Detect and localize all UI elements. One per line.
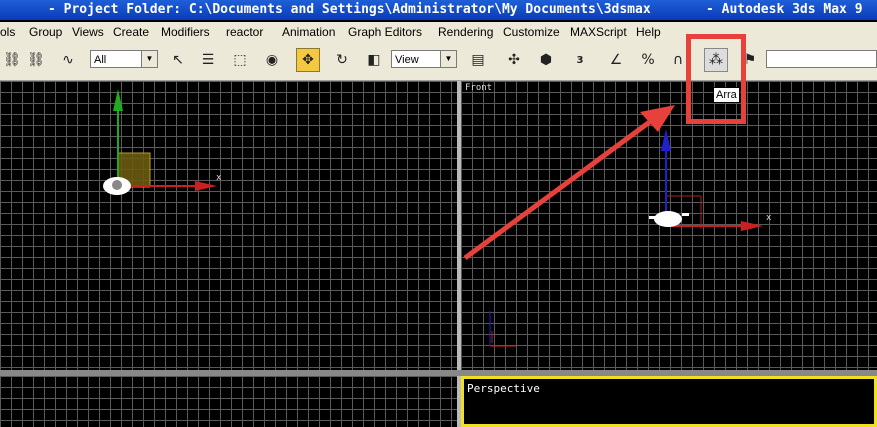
snaps-toggle-icon[interactable]: 3 [568, 48, 592, 72]
select-manipulate-icon[interactable]: ✣ [502, 48, 526, 72]
viewport-perspective[interactable]: Perspective [461, 376, 877, 427]
named-selection-field[interactable] [766, 50, 877, 68]
axis-x-label: x [216, 173, 222, 183]
viewport-label: Perspective [467, 382, 540, 395]
keyboard-shortcut-icon[interactable]: ⬢ [534, 48, 558, 72]
pivot-center-icon[interactable]: ▤ [466, 48, 490, 72]
link-icon[interactable]: ⛓ [0, 48, 24, 72]
menu-maxscript[interactable]: MAXScript [570, 22, 627, 42]
angle-snap-icon[interactable]: ∠ [604, 48, 628, 72]
menu-graph-editors[interactable]: Graph Editors [348, 22, 422, 42]
reference-coordinate-value: View [395, 54, 419, 66]
viewport-left[interactable] [0, 376, 457, 427]
axis-x-label: x [766, 213, 772, 223]
gizmo-top [103, 89, 217, 195]
menu-group[interactable]: Group [29, 22, 62, 42]
menu-customize[interactable]: Customize [503, 22, 560, 42]
rectangular-selection-icon[interactable]: ⬚ [228, 48, 252, 72]
selection-filter-dropdown[interactable]: All ▼ [90, 50, 158, 68]
menu-animation[interactable]: Animation [282, 22, 335, 42]
viewport-splitter-horizontal[interactable] [0, 370, 877, 376]
bind-spacewarp-icon[interactable]: ∿ [56, 48, 80, 72]
chevron-down-icon: ▼ [141, 51, 157, 67]
array-highlight-box [686, 34, 746, 124]
viewport-front[interactable]: Front x [461, 81, 877, 370]
select-and-rotate-icon[interactable]: ↻ [330, 48, 354, 72]
reference-coordinate-dropdown[interactable]: View ▼ [391, 50, 457, 68]
menu-help[interactable]: Help [636, 22, 661, 42]
percent-snap-icon[interactable]: % [636, 48, 660, 72]
select-and-scale-icon[interactable]: ◧ [362, 48, 386, 72]
select-object-icon[interactable]: ↖ [166, 48, 190, 72]
title-bar: - Project Folder: C:\Documents and Setti… [0, 0, 877, 20]
app-name: - Autodesk 3ds Max 9 [706, 2, 863, 17]
menu-views[interactable]: Views [72, 22, 104, 42]
select-and-move-icon[interactable]: ✥ [296, 48, 320, 72]
snap-value: 3 [576, 54, 584, 66]
window-crossing-icon[interactable]: ◉ [260, 48, 284, 72]
unlink-icon[interactable]: ⛓ [24, 48, 48, 72]
chevron-down-icon: ▼ [440, 51, 456, 67]
menu-reactor[interactable]: reactor [226, 22, 263, 42]
select-by-name-icon[interactable]: ☰ [196, 48, 220, 72]
gizmo-front [489, 129, 763, 347]
viewport-top[interactable]: x [0, 81, 457, 370]
menu-create[interactable]: Create [113, 22, 149, 42]
window-title: - Project Folder: C:\Documents and Setti… [48, 2, 651, 17]
menu-modifiers[interactable]: Modifiers [161, 22, 210, 42]
tooltip: Arra [713, 87, 740, 103]
menu-rendering[interactable]: Rendering [438, 22, 493, 42]
selection-filter-value: All [94, 54, 107, 66]
menu-tools[interactable]: ols [0, 22, 15, 42]
